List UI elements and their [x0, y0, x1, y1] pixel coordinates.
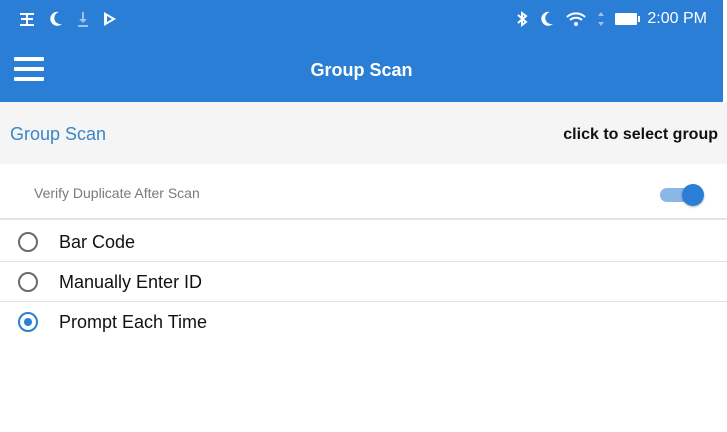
verify-duplicate-toggle[interactable] — [660, 183, 704, 206]
radio-checked-icon[interactable] — [18, 312, 38, 332]
signal-arrows-icon — [597, 10, 605, 28]
bluetooth-icon — [515, 10, 529, 28]
toggle-thumb — [682, 184, 704, 206]
play-store-icon — [102, 10, 118, 28]
radio-label: Manually Enter ID — [59, 272, 203, 292]
app-toolbar: Group Scan — [0, 38, 723, 102]
group-label: Group Scan — [10, 124, 107, 144]
moon-icon — [539, 10, 555, 28]
radio-label: Bar Code — [59, 232, 136, 252]
battery-icon — [615, 13, 641, 25]
radio-option-manual-id[interactable]: Manually Enter ID — [0, 262, 727, 302]
status-bar: 2:00 PM — [0, 0, 723, 38]
screen: 2:00 PM Group Scan Group Scan click to s… — [0, 0, 727, 432]
radio-option-prompt-each-time[interactable]: Prompt Each Time — [0, 302, 727, 342]
verify-duplicate-label: Verify Duplicate After Scan — [34, 185, 200, 201]
radio-unchecked-icon[interactable] — [18, 272, 38, 292]
select-group-button[interactable]: click to select group — [563, 126, 718, 144]
wifi-icon — [565, 10, 587, 28]
moon-icon — [48, 10, 64, 28]
page-title: Group Scan — [310, 60, 413, 80]
status-right-icons: 2:00 PM — [515, 8, 707, 30]
status-left-icons — [18, 8, 118, 30]
download-icon — [76, 10, 90, 28]
verify-duplicate-row: Verify Duplicate After Scan — [0, 164, 727, 220]
usb-debug-icon — [18, 10, 36, 28]
group-row: Group Scan click to select group — [0, 102, 727, 164]
status-time: 2:00 PM — [647, 10, 707, 27]
radio-unchecked-icon[interactable] — [18, 232, 38, 252]
radio-label: Prompt Each Time — [59, 312, 208, 332]
radio-option-bar-code[interactable]: Bar Code — [0, 222, 727, 262]
